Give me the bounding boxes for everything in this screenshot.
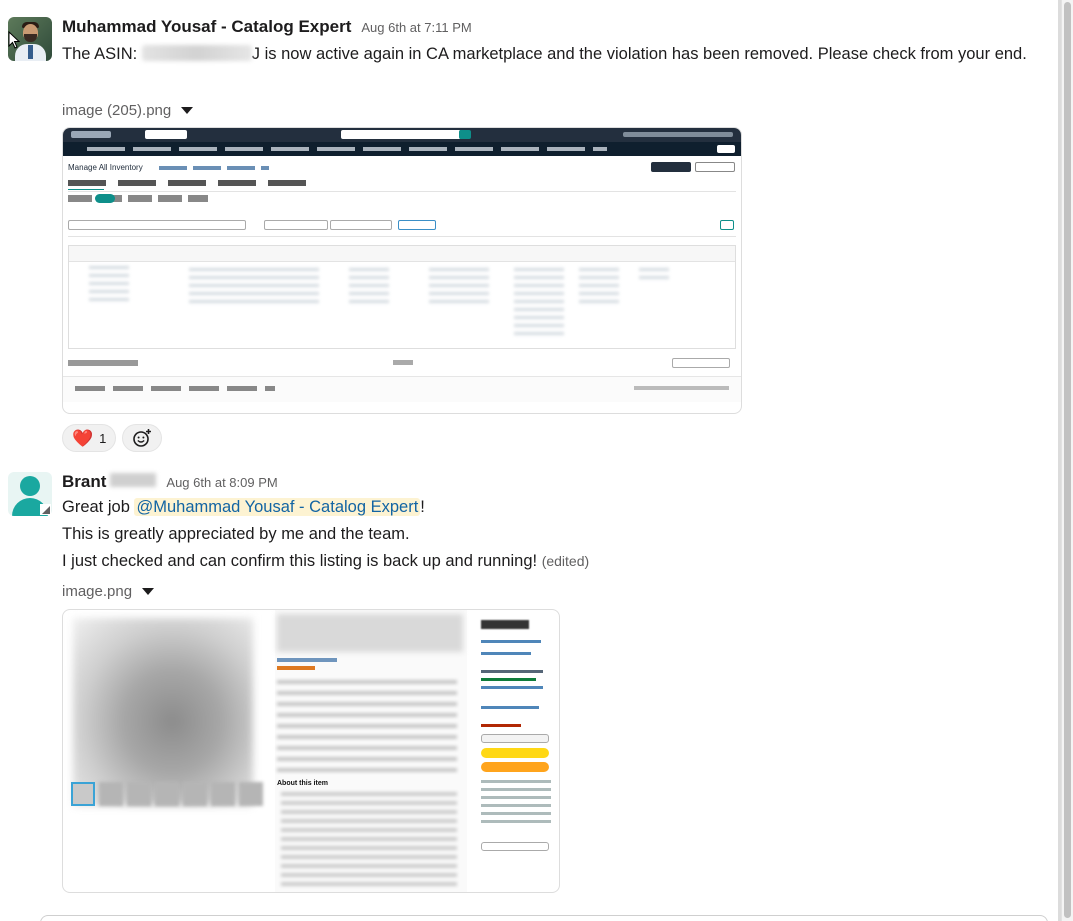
chevron-down-icon[interactable] — [142, 588, 155, 595]
timestamp[interactable]: Aug 6th at 7:11 PM — [361, 20, 471, 35]
heart-reaction[interactable]: ❤️ 1 — [62, 424, 117, 452]
user-mention[interactable]: @Muhammad Yousaf - Catalog Expert — [134, 498, 421, 516]
reactions-bar: ❤️ 1 — [62, 424, 163, 452]
inventory-table — [68, 245, 736, 349]
scrollbar[interactable] — [1061, 0, 1073, 921]
buy-box — [479, 614, 555, 854]
scrollbar-thumb[interactable] — [1064, 2, 1071, 918]
status-icon — [40, 504, 51, 515]
message-text: Great job @Muhammad Yousaf - Catalog Exp… — [62, 494, 1052, 575]
inventory-filters — [68, 220, 736, 231]
seller-central-topbar — [63, 128, 741, 142]
edited-label: (edited) — [541, 553, 590, 569]
message-text: The ASIN: J is now active again in CA ma… — [62, 41, 1052, 68]
text-after-asin: J is now active again in CA marketplace … — [251, 45, 1027, 63]
file-name[interactable]: image (205).png — [62, 102, 171, 119]
add-reaction-button[interactable] — [122, 424, 163, 452]
product-details: About this item — [275, 610, 467, 892]
file-name[interactable]: image.png — [62, 583, 132, 600]
add-reaction-icon — [133, 429, 152, 447]
inventory-buttons — [651, 162, 735, 172]
product-image — [73, 618, 253, 806]
image-attachment[interactable]: Manage All Inventory — [62, 127, 742, 414]
message-1: Muhammad Yousaf - Catalog Expert Aug 6th… — [0, 0, 1060, 460]
file-label[interactable]: image (205).png — [62, 102, 194, 119]
message-line-3: I just checked and can confirm this list… — [62, 552, 590, 570]
file-label[interactable]: image.png — [62, 583, 155, 600]
message-composer[interactable] — [40, 915, 1048, 921]
redacted-asin — [141, 45, 252, 61]
seller-central-footer — [63, 376, 741, 402]
chevron-down-icon[interactable] — [181, 107, 194, 114]
text-before-asin: The ASIN: — [62, 45, 142, 63]
author-name[interactable]: Muhammad Yousaf - Catalog Expert — [62, 17, 351, 37]
product-thumbnails — [71, 782, 271, 808]
message-line-2: This is greatly appreciated by me and th… — [62, 525, 410, 543]
quick-filters — [68, 195, 208, 202]
about-heading: About this item — [277, 780, 328, 787]
inventory-tabs — [68, 180, 318, 186]
image-attachment[interactable]: About this item — [62, 609, 560, 893]
message-header: Brant Aug 6th at 8:09 PM — [62, 472, 278, 492]
timestamp[interactable]: Aug 6th at 8:09 PM — [166, 475, 277, 490]
author-name[interactable]: Brant — [62, 472, 106, 492]
redacted-last-name — [110, 473, 157, 487]
reaction-count: 1 — [99, 430, 107, 446]
message-header: Muhammad Yousaf - Catalog Expert Aug 6th… — [62, 17, 472, 37]
message-2: Brant Aug 6th at 8:09 PM Great job @Muha… — [0, 460, 1060, 910]
seller-central-nav — [63, 142, 741, 156]
inventory-title: Manage All Inventory — [68, 163, 143, 172]
red-heart-icon: ❤️ — [72, 428, 94, 448]
inventory-pagination — [68, 358, 736, 368]
mouse-cursor-icon — [8, 31, 20, 49]
message-line-1: Great job @Muhammad Yousaf - Catalog Exp… — [62, 498, 425, 516]
